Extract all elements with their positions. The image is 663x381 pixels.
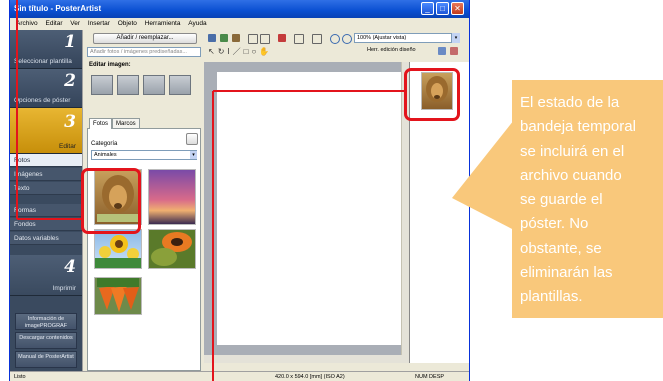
tab-fotos[interactable]: Fotos: [89, 118, 113, 129]
callout-line: plantillas.: [520, 288, 583, 306]
callout-line: El estado de la: [520, 94, 620, 111]
highlight-box-tray: [404, 68, 460, 121]
callout-line: se incluirá en el: [520, 142, 625, 160]
callout-line: se guarde el: [520, 191, 603, 209]
callout-line: obstante, se: [520, 239, 602, 257]
callout-pointer-shape: [452, 120, 514, 230]
callout-box: El estado de la bandeja temporal se incl…: [512, 80, 663, 318]
callout-pointer: [452, 120, 514, 230]
callout-line: póster. No: [520, 215, 589, 233]
callout-line: bandeja temporal: [520, 118, 636, 136]
highlight-box-thumbnail: [81, 168, 141, 234]
callout-line: archivo cuando: [520, 166, 622, 184]
callout-line: eliminarán las: [520, 264, 613, 282]
